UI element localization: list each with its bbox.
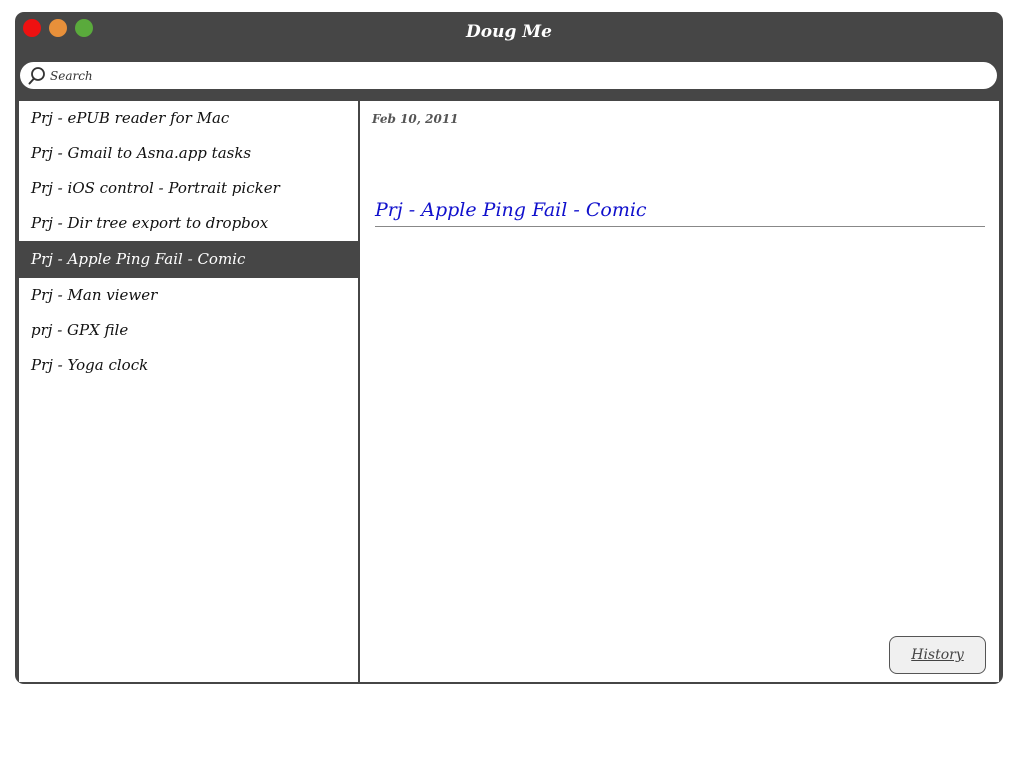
- note-title-field[interactable]: Prj - Apple Ping Fail - Comic: [375, 199, 985, 227]
- note-list-item[interactable]: Prj - Gmail to Asna.app tasks: [19, 136, 358, 171]
- note-list-item[interactable]: prj - GPX file: [19, 313, 358, 348]
- history-button[interactable]: History: [889, 636, 986, 674]
- note-list-item[interactable]: Prj - Dir tree export to dropbox: [19, 206, 358, 241]
- note-detail-pane: Feb 10, 2011 Prj - Apple Ping Fail - Com…: [360, 101, 999, 682]
- search-icon: [28, 67, 45, 85]
- search-bar[interactable]: [20, 62, 997, 89]
- window-title: Doug Me: [466, 22, 552, 42]
- note-list-item[interactable]: Prj - Yoga clock: [19, 348, 358, 383]
- app-window: Doug Me Prj - ePUB reader for Mac Prj - …: [15, 12, 1003, 684]
- search-input[interactable]: [50, 65, 980, 86]
- content-area: Prj - ePUB reader for Mac Prj - Gmail to…: [19, 101, 999, 682]
- note-date: Feb 10, 2011: [372, 112, 459, 126]
- note-list-sidebar: Prj - ePUB reader for Mac Prj - Gmail to…: [19, 101, 360, 682]
- note-list-item[interactable]: Prj - ePUB reader for Mac: [19, 101, 358, 136]
- title-bar[interactable]: Doug Me: [15, 12, 1003, 52]
- note-list-item-selected[interactable]: Prj - Apple Ping Fail - Comic: [19, 241, 358, 278]
- note-list: Prj - ePUB reader for Mac Prj - Gmail to…: [19, 101, 358, 383]
- note-list-item[interactable]: Prj - Man viewer: [19, 278, 358, 313]
- note-list-item[interactable]: Prj - iOS control - Portrait picker: [19, 171, 358, 206]
